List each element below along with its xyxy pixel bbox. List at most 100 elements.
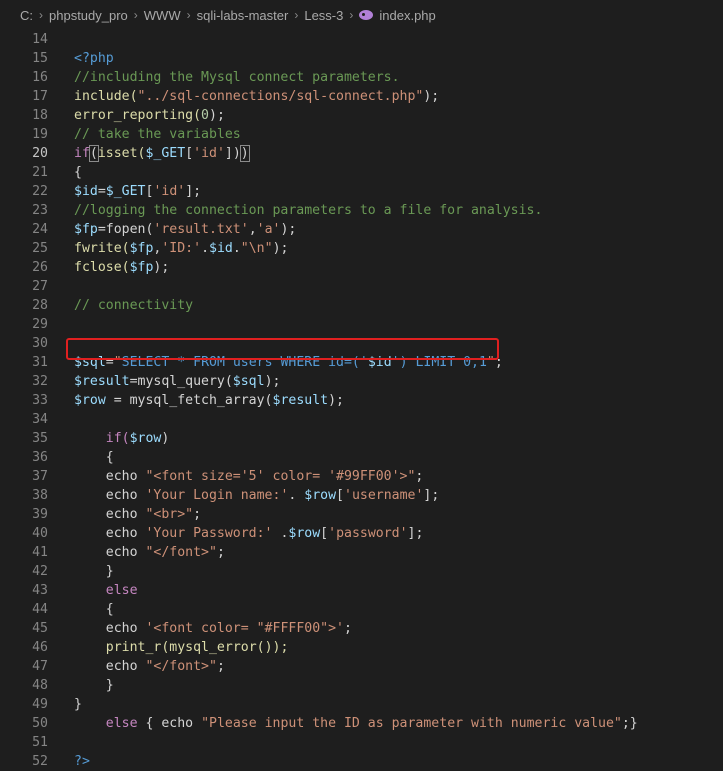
line-number: 45 — [32, 621, 48, 636]
code-line: 33 $row = mysql_fetch_array($result); — [0, 391, 723, 410]
line-number: 36 — [32, 450, 48, 465]
code-line: 39 echo "<br>"; — [0, 505, 723, 524]
code-token: echo — [105, 469, 146, 484]
line-number: 37 — [32, 469, 48, 484]
code-line: 22 $id=$_GET['id']; — [0, 182, 723, 201]
code-variable: $fp — [129, 260, 154, 275]
line-number: 49 — [32, 697, 48, 712]
code-line: 36 { — [0, 448, 723, 467]
code-variable: $id — [209, 241, 233, 256]
code-string: "<br>" — [145, 507, 194, 522]
code-token: = — [97, 184, 106, 199]
code-token: ; — [343, 621, 352, 636]
code-editor[interactable]: 14 15 <?php 16 //including the Mysql conne… — [0, 30, 723, 771]
line-number: 25 — [32, 241, 48, 256]
code-line: 18 error_reporting(0); — [0, 106, 723, 125]
code-token: . — [232, 241, 241, 256]
chevron-right-icon: › — [133, 8, 138, 22]
breadcrumb-file[interactable]: index.php — [379, 8, 435, 23]
code-variable: $result — [272, 393, 329, 408]
breadcrumb-drive[interactable]: C: — [20, 8, 33, 23]
code-variable: $fp — [74, 222, 98, 237]
line-number: 32 — [32, 374, 48, 389]
code-token: ; — [494, 355, 503, 370]
code-line: 38 echo 'Your Login name:'. $row['userna… — [0, 486, 723, 505]
code-line: 37 echo "<font size='5' color= '#99FF00'… — [0, 467, 723, 486]
code-line: 48 } — [0, 676, 723, 695]
line-number: 29 — [32, 317, 48, 332]
line-number: 24 — [32, 222, 48, 237]
code-string: 'password' — [328, 526, 408, 541]
code-variable: $id — [74, 184, 98, 199]
line-number: 22 — [32, 184, 48, 199]
code-token: echo — [105, 545, 146, 560]
code-token: isset( — [97, 146, 146, 161]
code-string: "Please input the ID as parameter with n… — [201, 716, 622, 731]
line-number: 52 — [32, 754, 48, 769]
code-token: ); — [328, 393, 344, 408]
code-token: echo — [105, 507, 146, 522]
code-string: "</font>" — [145, 545, 217, 560]
code-token: echo — [105, 621, 146, 636]
code-line: 30 — [0, 334, 723, 353]
code-token: ; — [216, 545, 225, 560]
code-string: "../sql-connections/sql-connect.php" — [137, 89, 424, 104]
chevron-right-icon: › — [39, 8, 43, 22]
code-token: { — [105, 450, 114, 465]
code-token: echo — [105, 526, 146, 541]
code-token: { — [137, 716, 162, 731]
code-line: 44 { — [0, 600, 723, 619]
code-string: 'id' — [153, 184, 186, 199]
code-line: 14 — [0, 30, 723, 49]
code-variable: $result — [74, 374, 130, 389]
line-number: 51 — [32, 735, 48, 750]
code-token: ;} — [621, 716, 638, 731]
line-number: 35 — [32, 431, 48, 446]
code-token: ; — [193, 507, 202, 522]
code-string: 'result.txt' — [153, 222, 249, 237]
breadcrumb-folder-sqli-labs[interactable]: sqli-labs-master — [197, 8, 289, 23]
code-line: 50 else { echo "Please input the ID as p… — [0, 714, 723, 733]
chevron-right-icon: › — [294, 8, 299, 22]
code-sql: ') LIMIT 0,1 — [391, 355, 487, 370]
code-sql: SELECT * FROM users WHERE id=(' — [121, 355, 368, 370]
breadcrumb-folder-less3[interactable]: Less-3 — [304, 8, 343, 23]
code-token: { — [105, 602, 114, 617]
code-token: echo — [161, 716, 202, 731]
code-token: ); — [280, 222, 297, 237]
line-number: 16 — [32, 70, 48, 85]
breadcrumb-folder-phpstudy[interactable]: phpstudy_pro — [49, 8, 128, 23]
line-number: 48 — [32, 678, 48, 693]
code-token: [ — [185, 146, 194, 161]
code-variable: $_GET — [145, 146, 186, 161]
code-line: 16 //including the Mysql connect paramete… — [0, 68, 723, 87]
php-file-icon — [359, 10, 374, 20]
bracket-match: ) — [239, 145, 250, 162]
code-line: 24 $fp=fopen('result.txt','a'); — [0, 220, 723, 239]
code-token: include( — [74, 89, 138, 104]
code-token: ); — [264, 374, 281, 389]
line-number: 19 — [32, 127, 48, 142]
breadcrumb-folder-www[interactable]: WWW — [144, 8, 181, 23]
code-line: 31 $sql="SELECT * FROM users WHERE id=('$… — [0, 353, 723, 372]
code-line: 43 else — [0, 581, 723, 600]
code-number: 0 — [201, 108, 209, 123]
code-string: "<font size='5' color= '#99FF00'>" — [145, 469, 416, 484]
line-number: 46 — [32, 640, 48, 655]
line-number: 33 — [32, 393, 48, 408]
code-line: 23 //logging the connection parameters to… — [0, 201, 723, 220]
code-variable: $sql — [232, 374, 265, 389]
code-token: ; — [415, 469, 424, 484]
code-string: 'username' — [344, 488, 424, 503]
code-token: ?> — [74, 754, 90, 769]
code-token: } — [74, 697, 82, 712]
code-string: "\n" — [240, 241, 273, 256]
code-string: " — [486, 355, 495, 370]
code-string: 'a' — [256, 222, 281, 237]
code-token: echo — [105, 488, 146, 503]
code-line: 51 — [0, 733, 723, 752]
code-line: 26 fclose($fp); — [0, 258, 723, 277]
code-line: 29 — [0, 315, 723, 334]
line-number: 15 — [32, 51, 48, 66]
code-token: } — [105, 564, 114, 579]
